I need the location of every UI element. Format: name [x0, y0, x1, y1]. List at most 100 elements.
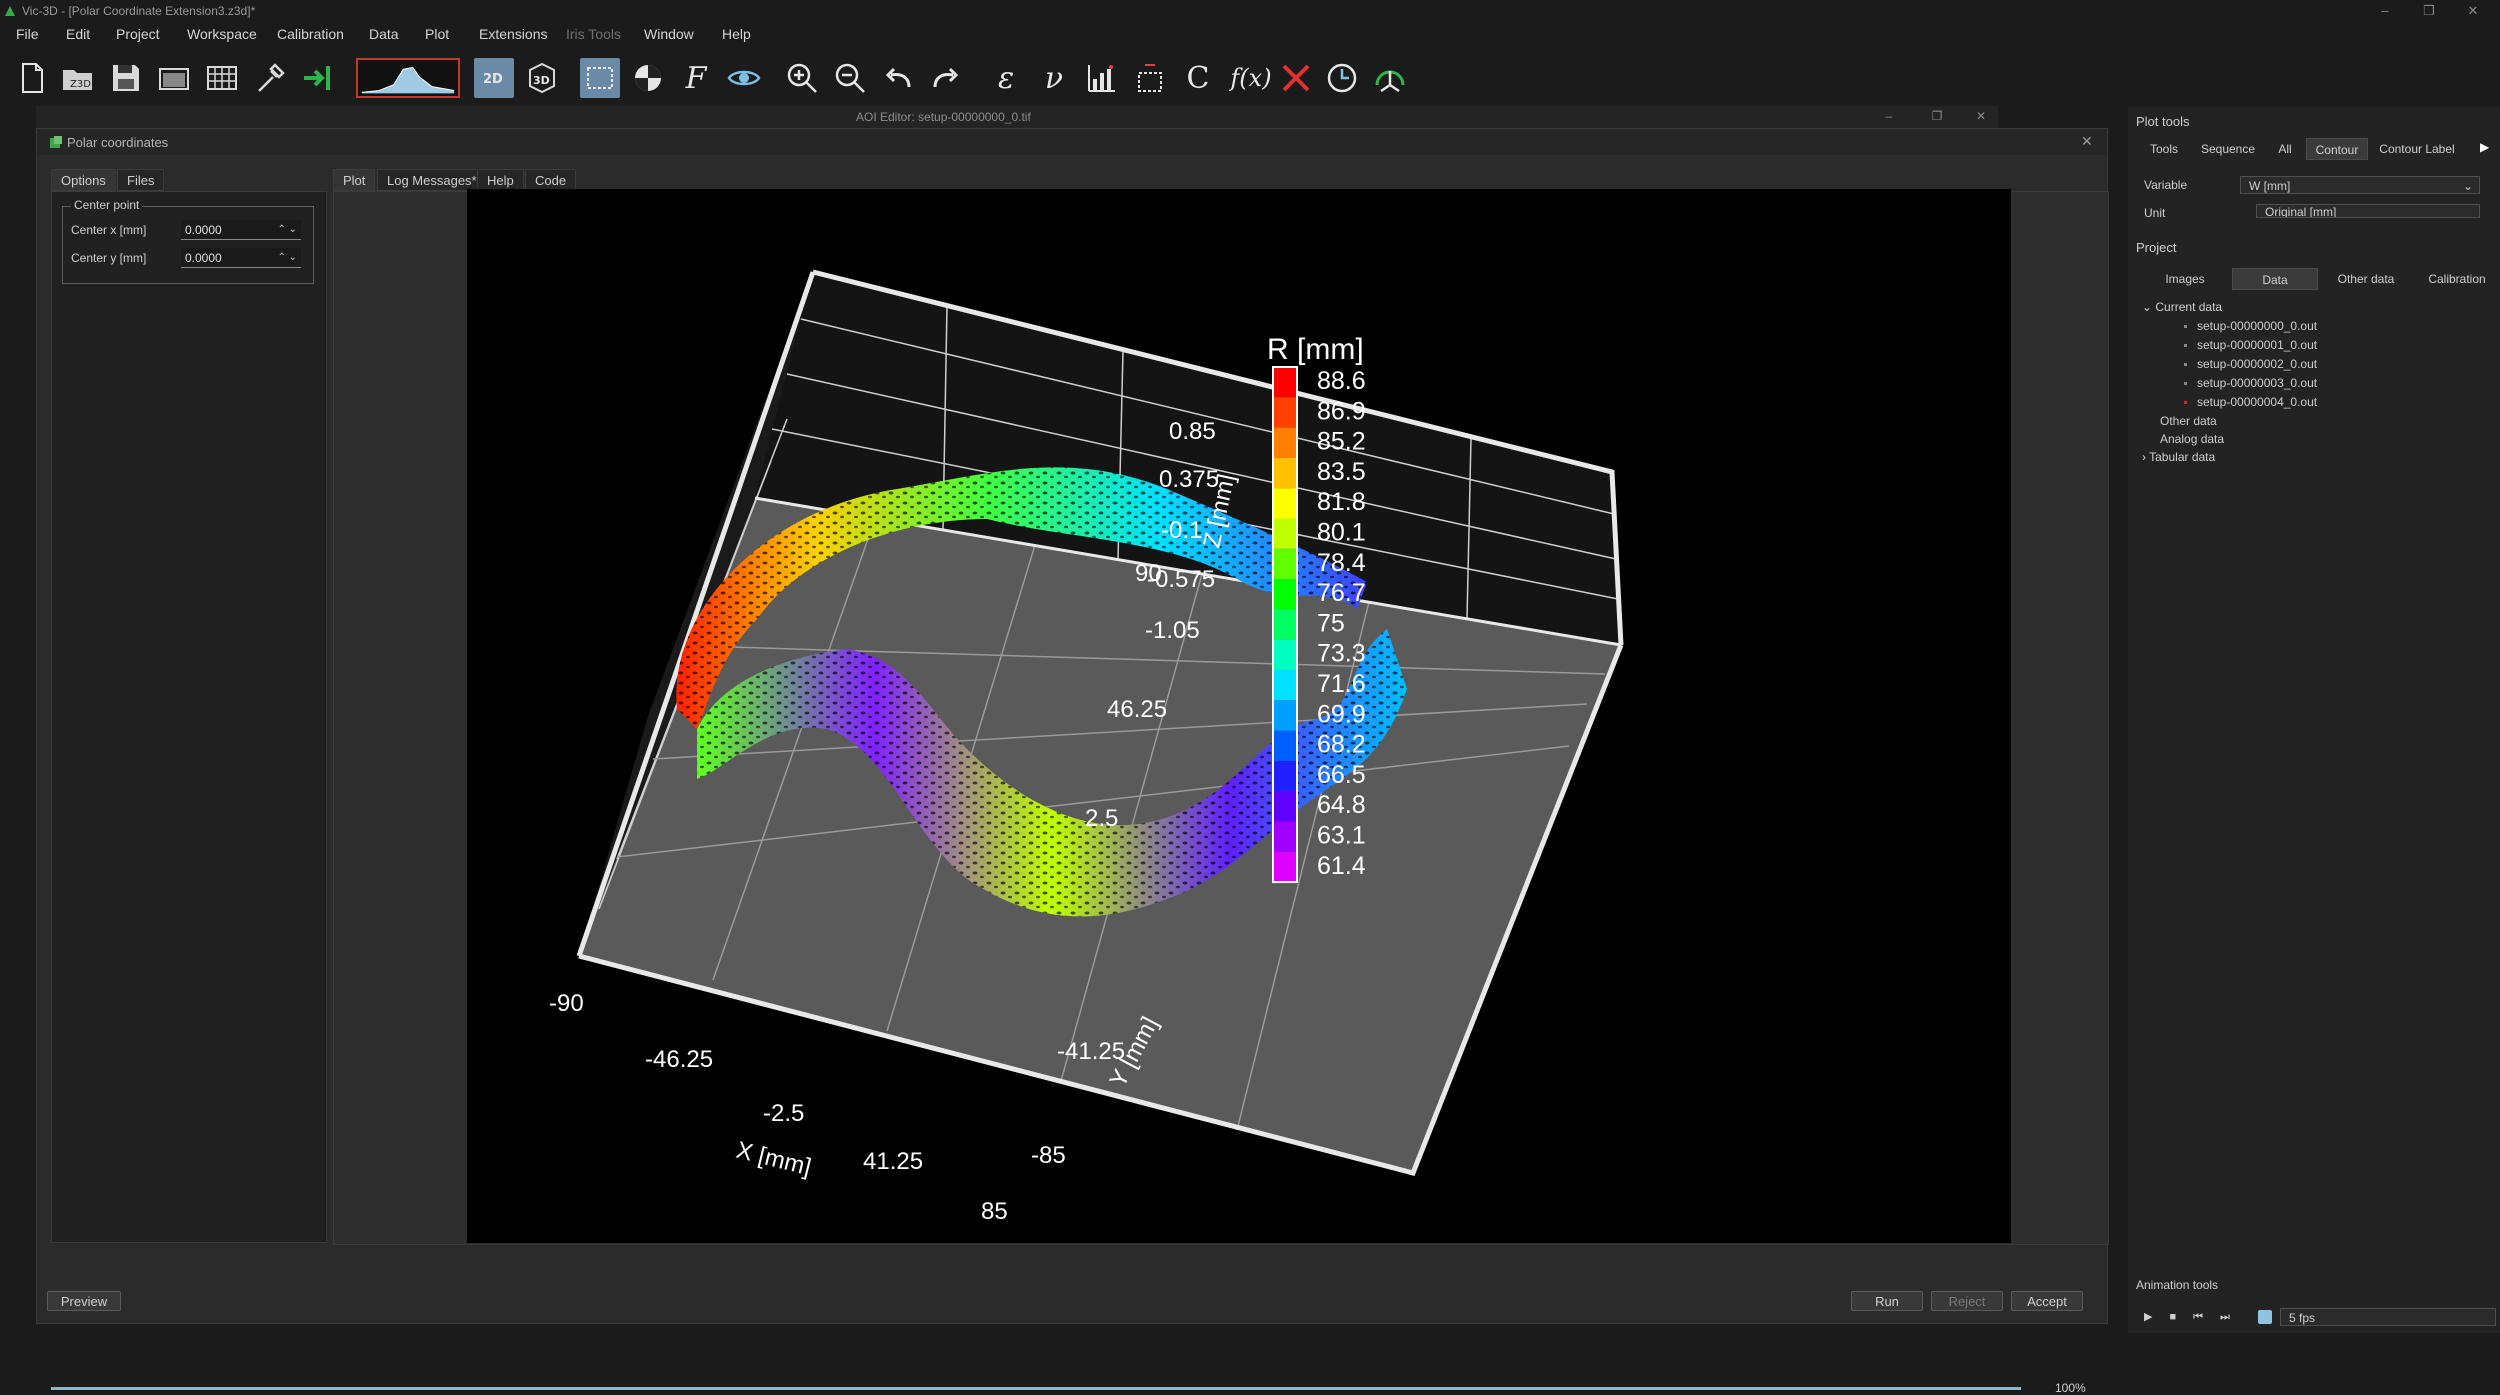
- app-icon: [5, 6, 15, 16]
- svg-text:Z3D: Z3D: [70, 79, 91, 90]
- skip-back-icon[interactable]: ⏮: [2193, 1311, 2220, 1323]
- calibration-c-icon[interactable]: C: [1178, 58, 1218, 98]
- delete-x-icon[interactable]: [1276, 58, 1316, 98]
- spinner-arrows-icon[interactable]: ⌃ ⌄: [277, 248, 297, 268]
- aoi-restore-button[interactable]: ❐: [1926, 107, 1948, 125]
- scroll-right-icon[interactable]: ▶: [2480, 140, 2489, 154]
- restore-button[interactable]: ❐: [2418, 2, 2440, 20]
- zoom-in-icon[interactable]: [782, 58, 822, 98]
- poisson-nu-icon[interactable]: ν: [1034, 58, 1074, 98]
- open-folder-icon[interactable]: [154, 58, 194, 98]
- tree-file-item[interactable]: setup-00000001_0.out: [2184, 338, 2317, 352]
- menu-iris-tools[interactable]: Iris Tools: [566, 26, 621, 42]
- tree-other-data[interactable]: Other data: [2160, 414, 2217, 428]
- tab-plot[interactable]: Plot: [333, 169, 376, 191]
- chart-icon[interactable]: [1082, 58, 1122, 98]
- play-icon[interactable]: ▶: [2144, 1311, 2169, 1323]
- tree-file-item[interactable]: setup-00000004_0.out: [2184, 395, 2317, 409]
- menu-extensions[interactable]: Extensions: [479, 26, 547, 42]
- center-x-value: 0.0000: [185, 223, 222, 237]
- preview-button[interactable]: Preview: [47, 1291, 121, 1311]
- polar-3d-plot[interactable]: -90 -46.25 -2.5 41.25 85 X [mm] 90 46.25…: [467, 189, 2011, 1243]
- plot-tab-contour-label[interactable]: Contour Label: [2374, 138, 2460, 160]
- center-y-field[interactable]: 0.0000 ⌃ ⌄: [181, 248, 301, 268]
- menu-window[interactable]: Window: [644, 26, 694, 42]
- histogram-icon[interactable]: [356, 58, 460, 98]
- close-button[interactable]: ✕: [2462, 2, 2484, 20]
- animation-controls: ▶■⏮⏭: [2144, 1310, 2247, 1324]
- undo-icon[interactable]: [878, 58, 918, 98]
- progress-percent-label: 100%: [2055, 1381, 2086, 1395]
- new-file-icon[interactable]: [12, 58, 52, 98]
- loop-toggle-icon[interactable]: [2258, 1310, 2272, 1324]
- y-tick-label: 46.25: [1107, 696, 1167, 723]
- plot-tab-contour[interactable]: Contour: [2306, 138, 2368, 160]
- menu-file[interactable]: File: [16, 26, 39, 42]
- minimize-button[interactable]: –: [2374, 2, 2396, 20]
- aoi-rectangle-icon[interactable]: [580, 58, 620, 98]
- options-panel: Center point Center x [mm] 0.0000 ⌃ ⌄ Cen…: [51, 191, 327, 1243]
- tab-help[interactable]: Help: [477, 169, 524, 191]
- 2d-view-icon[interactable]: 2D: [474, 58, 514, 98]
- aoi-close-button[interactable]: ✕: [1970, 107, 1992, 125]
- menu-calibration[interactable]: Calibration: [277, 26, 344, 42]
- menu-project[interactable]: Project: [116, 26, 160, 42]
- start-point-icon[interactable]: [628, 58, 668, 98]
- eye-icon[interactable]: [724, 58, 764, 98]
- x-tick-label: 85: [981, 1198, 1008, 1225]
- menu-plot[interactable]: Plot: [425, 26, 449, 42]
- reject-button[interactable]: Reject: [1931, 1291, 2003, 1311]
- open-project-icon[interactable]: Z3D: [58, 58, 98, 98]
- unit-select[interactable]: Original [mm]: [2256, 204, 2480, 218]
- menu-workspace[interactable]: Workspace: [187, 26, 257, 42]
- project-tab-other-data[interactable]: Other data: [2320, 268, 2412, 290]
- grid-table-icon[interactable]: [202, 58, 242, 98]
- tab-log-messages[interactable]: Log Messages*: [377, 169, 487, 191]
- menu-help[interactable]: Help: [722, 26, 751, 42]
- variable-select[interactable]: W [mm] ⌄: [2240, 176, 2480, 194]
- skip-forward-icon[interactable]: ⏭: [2220, 1311, 2247, 1323]
- x-tick-label: -90: [549, 990, 584, 1017]
- accept-button[interactable]: Accept: [2011, 1291, 2083, 1311]
- spinner-arrows-icon[interactable]: ⌃ ⌄: [277, 220, 297, 240]
- function-f-icon[interactable]: F: [676, 58, 716, 98]
- plot-tab-all[interactable]: All: [2270, 138, 2300, 160]
- zoom-out-icon[interactable]: [830, 58, 870, 98]
- dialog-close-icon[interactable]: ✕: [2081, 133, 2093, 150]
- clock-icon[interactable]: [1322, 58, 1362, 98]
- colorbar-label: 83.5: [1317, 458, 1366, 486]
- menu-edit[interactable]: Edit: [66, 26, 90, 42]
- project-tab-data[interactable]: Data: [2232, 268, 2318, 290]
- project-tab-images[interactable]: Images: [2142, 268, 2228, 290]
- tab-code[interactable]: Code: [525, 169, 577, 191]
- stop-icon[interactable]: ■: [2169, 1311, 2193, 1323]
- z-tick-label: 0.85: [1169, 418, 1216, 445]
- center-x-field[interactable]: 0.0000 ⌃ ⌄: [181, 220, 301, 240]
- tree-file-item[interactable]: setup-00000002_0.out: [2184, 357, 2317, 371]
- fps-select[interactable]: 5 fps: [2280, 1308, 2496, 1326]
- colorbar-label: 73.3: [1317, 640, 1366, 668]
- tree-file-item[interactable]: setup-00000000_0.out: [2184, 319, 2317, 333]
- save-icon[interactable]: [106, 58, 146, 98]
- aoi-minimize-button[interactable]: –: [1878, 107, 1900, 125]
- function-fx-icon[interactable]: f(x): [1228, 58, 1274, 98]
- tree-file-item[interactable]: setup-00000003_0.out: [2184, 376, 2317, 390]
- 3d-view-icon[interactable]: 3D: [522, 58, 562, 98]
- export-arrow-icon[interactable]: [298, 58, 338, 98]
- project-tab-calibration[interactable]: Calibration: [2414, 268, 2500, 290]
- plot-tab-sequence[interactable]: Sequence: [2192, 138, 2264, 160]
- tree-analog-data[interactable]: Analog data: [2160, 432, 2224, 446]
- tree-tabular-data[interactable]: › Tabular data: [2142, 450, 2215, 464]
- plot-tab-tools[interactable]: Tools: [2144, 138, 2184, 160]
- menu-data[interactable]: Data: [369, 26, 399, 42]
- extract-icon[interactable]: [1130, 58, 1170, 98]
- speed-gauge-icon[interactable]: [1370, 58, 1410, 98]
- strain-epsilon-icon[interactable]: ε: [986, 58, 1026, 98]
- tab-options[interactable]: Options: [51, 169, 116, 191]
- calibration-tool-icon[interactable]: [250, 58, 290, 98]
- tree-current-data[interactable]: ⌄ Current data: [2142, 300, 2222, 314]
- run-button[interactable]: Run: [1851, 1291, 1923, 1311]
- colorbar-swatch: [1273, 397, 1297, 428]
- redo-icon[interactable]: [926, 58, 966, 98]
- tab-files[interactable]: Files: [117, 169, 165, 191]
